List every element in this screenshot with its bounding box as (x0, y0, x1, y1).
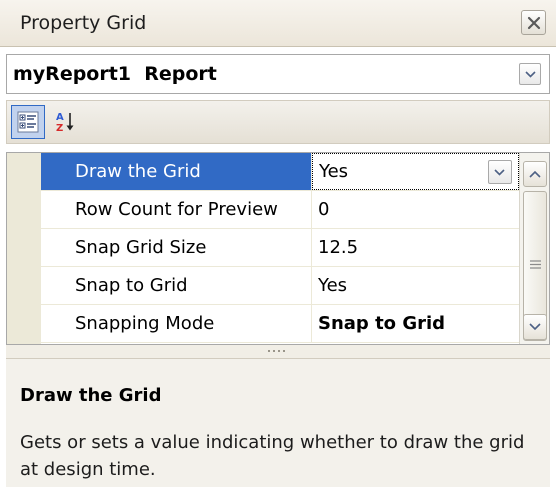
property-row-snap-grid-size[interactable]: Snap Grid Size 12.5 (41, 229, 519, 267)
object-selector-dropdown-button[interactable] (519, 63, 541, 85)
sort-alphabetical-button[interactable]: A Z (49, 105, 83, 139)
grip-icon (530, 260, 541, 269)
value-dropdown-button[interactable] (488, 160, 512, 184)
object-name: myReport1 (13, 63, 132, 85)
description-splitter[interactable] (6, 345, 550, 359)
svg-text:A: A (56, 112, 64, 123)
property-value[interactable]: Snap to Grid (312, 305, 519, 342)
description-panel: Draw the Grid Gets or sets a value indic… (6, 359, 550, 487)
window-title: Property Grid (20, 12, 147, 34)
property-value[interactable]: Yes (312, 267, 519, 304)
scroll-down-button[interactable] (523, 314, 547, 340)
object-type: Report (144, 63, 217, 85)
object-selector-text: myReport1 Report (13, 63, 217, 85)
title-bar: Property Grid (0, 0, 556, 47)
categorized-view-icon (17, 111, 39, 133)
svg-text:Z: Z (56, 123, 63, 134)
property-row-snapping-mode[interactable]: Snapping Mode Snap to Grid (41, 305, 519, 343)
vertical-scrollbar[interactable] (519, 153, 549, 344)
chevron-up-icon (529, 170, 541, 178)
grid-gutter (7, 153, 41, 344)
property-value: Yes (319, 161, 349, 182)
object-selector[interactable]: myReport1 Report (6, 54, 550, 94)
property-value-field[interactable]: Yes (312, 153, 519, 190)
property-toolbar: A Z (6, 100, 550, 144)
property-value[interactable]: 12.5 (312, 229, 519, 266)
categorized-view-button[interactable] (11, 105, 45, 139)
chevron-down-icon (529, 323, 541, 331)
property-name: Snap Grid Size (41, 229, 312, 266)
property-name: Draw the Grid (41, 153, 312, 190)
description-text: Gets or sets a value indicating whether … (20, 432, 525, 480)
property-row-snap-to-grid[interactable]: Snap to Grid Yes (41, 267, 519, 305)
property-grid: Draw the Grid Yes Row Count for Preview … (6, 152, 550, 345)
property-row-row-count-for-preview[interactable]: Row Count for Preview 0 (41, 191, 519, 229)
property-grid-panel: Property Grid myReport1 Report A Z Draw … (0, 0, 556, 491)
sort-alphabetical-icon: A Z (56, 112, 74, 134)
chevron-down-icon (494, 169, 505, 176)
scroll-up-button[interactable] (523, 161, 547, 187)
property-value[interactable]: 0 (312, 191, 519, 228)
close-icon (527, 16, 541, 30)
chevron-down-icon (525, 71, 536, 78)
property-row-draw-the-grid[interactable]: Draw the Grid Yes (41, 153, 519, 191)
property-name: Snap to Grid (41, 267, 312, 304)
splitter-grip-icon (268, 350, 285, 352)
property-name: Snapping Mode (41, 305, 312, 342)
property-name: Row Count for Preview (41, 191, 312, 228)
description-title: Draw the Grid (20, 385, 162, 406)
close-button[interactable] (521, 10, 546, 35)
